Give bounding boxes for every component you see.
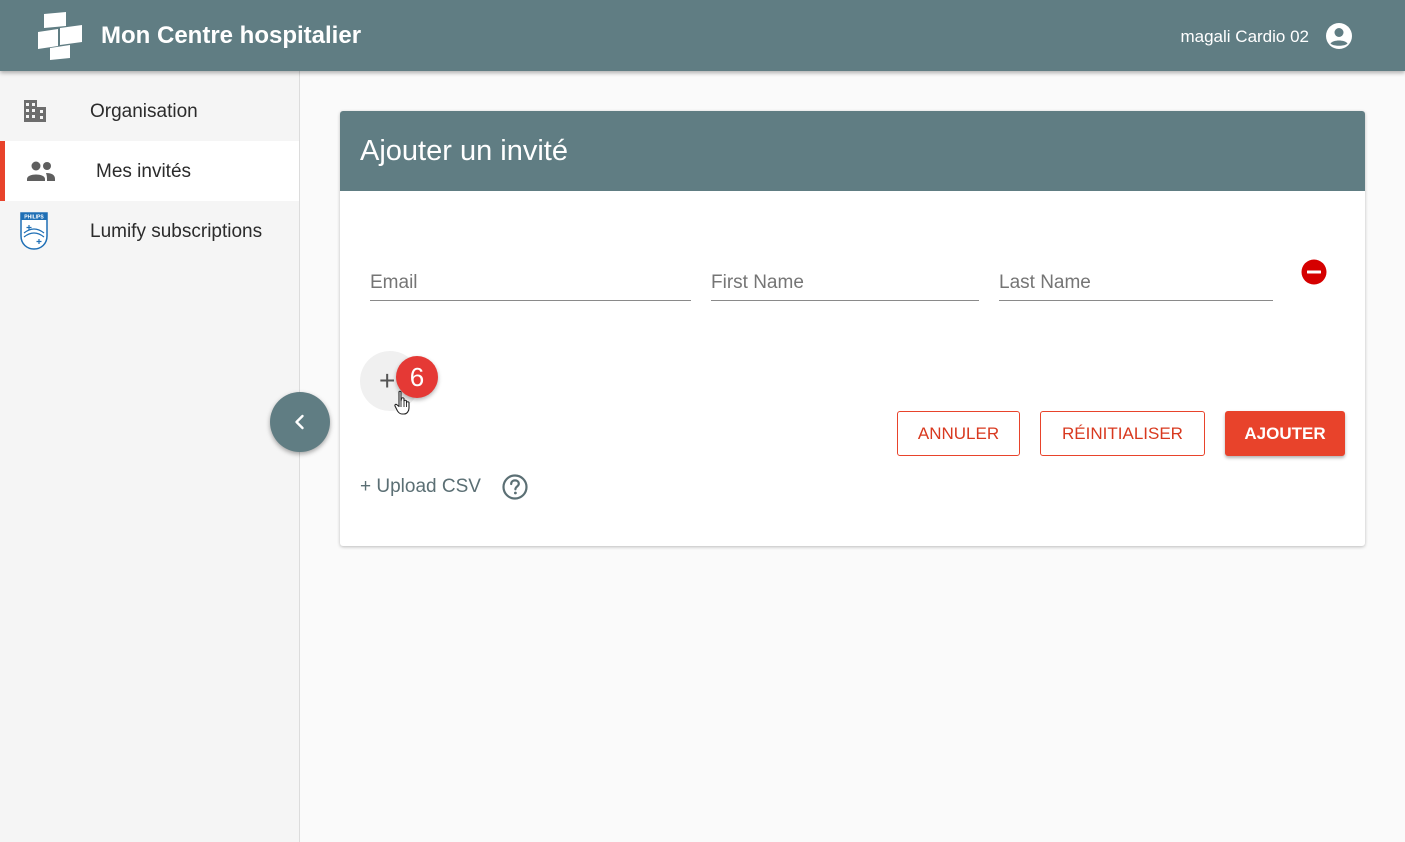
first-name-input[interactable] [711,266,979,300]
card-title: Ajouter un invité [360,135,568,167]
sidebar-item-label: Organisation [90,101,198,122]
cancel-button[interactable]: ANNULER [897,411,1020,456]
sidebar-item-label: Lumify subscriptions [90,221,263,242]
submit-add-button[interactable]: AJOUTER [1225,411,1345,456]
add-guest-card: Ajouter un invité + 6 ANNULER RÉINITIALI… [340,111,1365,546]
email-input[interactable] [370,266,691,300]
philips-shield-icon: PHILIPS [20,212,48,250]
chevron-left-icon [295,414,304,430]
email-field[interactable] [370,266,691,301]
hospital-logo-icon [38,12,82,60]
hand-cursor-icon [394,390,410,415]
people-icon [27,161,55,181]
sidebar-item-organisation[interactable]: Organisation [0,81,299,141]
collapse-sidebar-button[interactable] [270,392,330,452]
top-app-bar: Mon Centre hospitalier magali Cardio 02 [0,0,1405,71]
last-name-field[interactable] [999,266,1273,301]
sidebar-item-label: Mes invités [96,161,192,182]
app-title: Mon Centre hospitalier [101,22,362,49]
card-header: Ajouter un invité [340,111,1365,191]
sidebar-item-mes-invites[interactable]: Mes invités [0,141,299,201]
building-icon [24,100,46,122]
sidebar-item-lumify-subscriptions[interactable]: PHILIPS Lumify subscriptions [0,201,299,261]
remove-row-icon[interactable] [1301,259,1327,285]
reset-button[interactable]: RÉINITIALISER [1040,411,1205,456]
sidebar-nav: Organisation Mes invités PHILIPS Lumify … [0,71,300,842]
first-name-field[interactable] [711,266,979,301]
user-name[interactable]: magali Cardio 02 [1180,27,1309,47]
last-name-input[interactable] [999,266,1273,300]
account-circle-icon[interactable] [1324,21,1354,51]
help-icon[interactable] [501,473,529,501]
philips-wordmark: PHILIPS [24,215,44,221]
upload-csv-link[interactable]: + Upload CSV [360,476,481,498]
